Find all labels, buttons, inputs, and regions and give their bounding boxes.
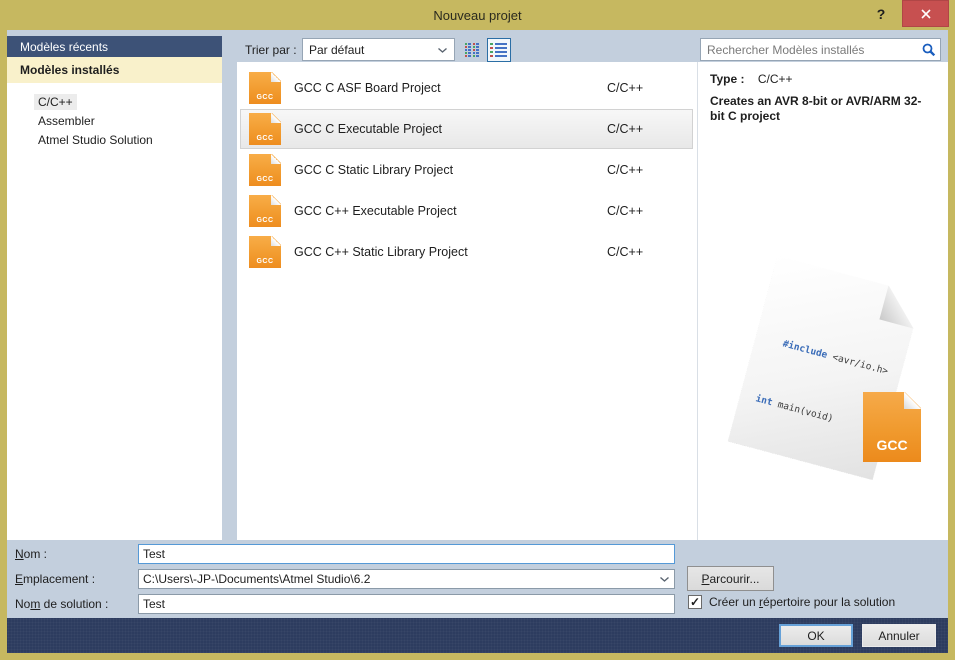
template-row-gcc-cpp-executable[interactable]: GCC GCC C++ Executable Project C/C++ [240,191,693,231]
sidebar-item-assembler[interactable]: Assembler [38,112,222,130]
help-button[interactable]: ? [865,0,897,27]
template-row-gcc-c-executable[interactable]: GCC GCC C Executable Project C/C++ [240,109,693,149]
name-label: Nom : [15,547,47,561]
sidebar-item-c-cpp[interactable]: C/C++ [38,93,222,111]
gcc-file-icon: GCC [249,154,281,186]
sidebar-item-installed-templates[interactable]: Modèles installés [7,57,222,83]
template-row-gcc-cpp-static-library[interactable]: GCC GCC C++ Static Library Project C/C++ [240,232,693,272]
type-value: C/C++ [758,72,793,86]
sidebar-item-atmel-studio-solution[interactable]: Atmel Studio Solution [38,131,222,149]
solution-name-input[interactable] [138,594,675,614]
location-label: Emplacement : [15,572,95,586]
checkmark-icon: ✓ [690,596,700,608]
close-icon [920,8,932,20]
gcc-file-icon: GCC [249,236,281,268]
template-row-gcc-c-asf-board[interactable]: GCC GCC C ASF Board Project C/C++ [240,68,693,108]
create-directory-checkbox[interactable]: ✓ [688,595,702,609]
browse-button[interactable]: Parcourir... [687,566,774,591]
help-icon: ? [877,6,886,22]
location-combobox[interactable]: C:\Users\-JP-\Documents\Atmel Studio\6.2 [138,569,675,589]
title-bar[interactable]: Nouveau projet ? [0,0,955,30]
search-templates-box [700,38,941,61]
create-directory-label: Créer un répertoire pour la solution [709,595,895,609]
sidebar-item-recent-templates[interactable]: Modèles récents [7,36,222,57]
gcc-file-icon: GCC [249,113,281,145]
template-illustration: #include <avr/io.h> int main(void) { pri… [728,262,948,492]
close-button[interactable] [902,0,949,27]
small-icons-view-button[interactable] [462,39,484,61]
project-name-input[interactable] [138,544,675,564]
dialog-footer: OK Annuler [7,618,948,653]
medium-icons-view-icon [490,42,508,58]
type-label: Type : [710,72,744,86]
template-details-panel: Type : C/C++ Creates an AVR 8-bit or AVR… [698,62,948,540]
sort-by-dropdown[interactable]: Par défaut [302,38,455,61]
chevron-down-icon [437,43,448,57]
cancel-button[interactable]: Annuler [862,624,936,647]
gcc-file-icon: GCC [249,195,281,227]
medium-icons-view-button[interactable] [487,38,511,62]
page-fold-icon [904,392,921,409]
template-list: GCC GCC C ASF Board Project C/C++ GCC GC… [237,62,697,540]
sidebar-tree: C/C++ Assembler Atmel Studio Solution [7,83,222,540]
template-row-gcc-c-static-library[interactable]: GCC GCC C Static Library Project C/C++ [240,150,693,190]
chevron-down-icon [659,572,670,586]
solution-name-label: Nom de solution : [15,597,108,611]
new-project-dialog: Nouveau projet ? Modèles récents Modèles… [0,0,955,660]
dialog-title: Nouveau projet [0,0,955,30]
search-icon[interactable] [918,43,940,57]
template-description: Creates an AVR 8-bit or AVR/ARM 32-bit C… [710,94,936,124]
dialog-content: Modèles récents Modèles installés C/C++ … [7,30,948,653]
search-input[interactable] [701,43,918,57]
sort-by-label: Trier par : [245,43,297,57]
gcc-badge-icon: GCC [863,392,921,462]
small-icons-view-icon [465,42,482,58]
ok-button[interactable]: OK [779,624,853,647]
gcc-file-icon: GCC [249,72,281,104]
